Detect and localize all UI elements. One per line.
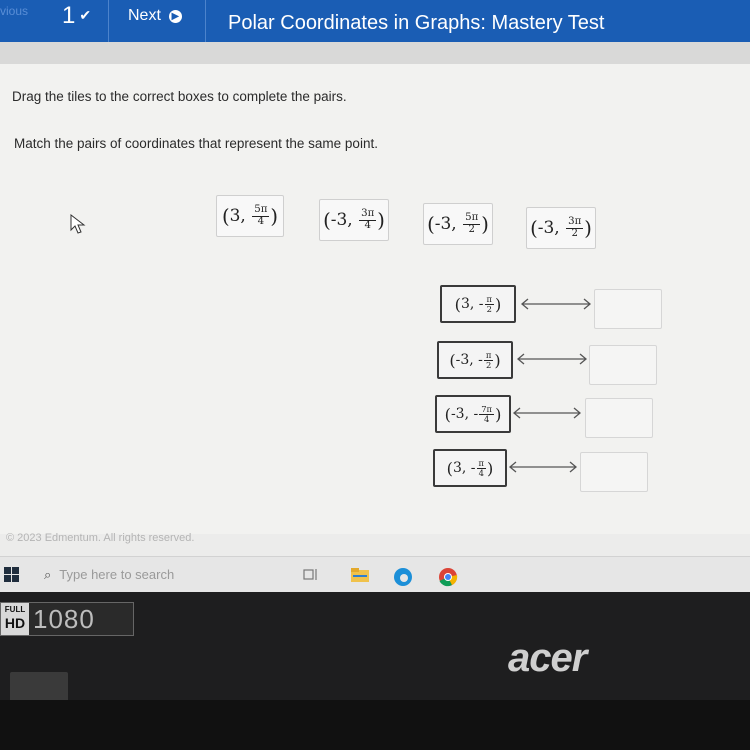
search-placeholder: Type here to search	[59, 567, 175, 582]
windows-start-icon[interactable]	[4, 567, 20, 583]
laptop-keyboard-edge	[0, 700, 750, 750]
given-coordinate: (-3, -7π 4)	[435, 395, 511, 433]
given-coordinate: (-3, - π 2)	[437, 341, 513, 379]
separator	[108, 0, 109, 42]
separator	[205, 0, 206, 42]
answer-tile[interactable]: (-3, 5π 2)	[423, 203, 493, 245]
drop-target-box[interactable]	[580, 452, 648, 492]
chrome-browser-icon[interactable]	[438, 567, 458, 587]
double-arrow-icon	[512, 407, 582, 419]
taskbar-search[interactable]: ⌕ Type here to search	[44, 567, 174, 583]
next-button[interactable]: Next ▶	[128, 7, 182, 25]
given-coordinate: (3, - π 2)	[440, 285, 516, 323]
answer-tile[interactable]: (-3, 3π 4)	[319, 199, 389, 241]
answer-tile[interactable]: (-3, 3π 2)	[526, 207, 596, 249]
previous-button[interactable]: vious	[0, 4, 28, 18]
given-coordinate: (3, - π 4)	[433, 449, 507, 487]
top-navigation-bar: vious 1 ✔︎ Next ▶ Polar Coordinates in Gra…	[0, 0, 750, 42]
drop-target-box[interactable]	[594, 289, 662, 329]
edge-browser-icon[interactable]	[393, 567, 413, 587]
arrow-right-circle-icon: ▶	[168, 10, 182, 23]
question-selector[interactable]: 1 ✔︎	[62, 2, 91, 30]
double-arrow-icon	[516, 353, 588, 365]
resolution-label: 1080	[33, 603, 95, 634]
laptop-brand-logo: acer	[508, 636, 587, 680]
answer-tile[interactable]: (3, 5π 4)	[216, 195, 284, 237]
full-hd-sticker: FULL HD 1080	[0, 602, 134, 636]
header-stripe	[0, 42, 750, 64]
chevron-down-icon: ✔︎	[79, 7, 92, 23]
windows-taskbar: ⌕ Type here to search	[0, 556, 750, 592]
instruction-drag: Drag the tiles to the correct boxes to c…	[12, 89, 347, 104]
task-view-icon[interactable]	[303, 567, 321, 583]
mouse-pointer-icon	[70, 214, 86, 234]
test-title: Polar Coordinates in Graphs: Mastery Tes…	[228, 12, 605, 34]
double-arrow-icon	[508, 461, 578, 473]
copyright-footer: © 2023 Edmentum. All rights reserved.	[6, 532, 195, 544]
question-number: 1	[62, 2, 76, 29]
double-arrow-icon	[520, 298, 592, 310]
instruction-match: Match the pairs of coordinates that repr…	[14, 136, 378, 151]
search-icon: ⌕	[44, 567, 52, 582]
drop-target-box[interactable]	[589, 345, 657, 385]
question-content: Drag the tiles to the correct boxes to c…	[0, 64, 750, 534]
next-label: Next	[128, 7, 161, 24]
drop-target-box[interactable]	[585, 398, 653, 438]
file-explorer-icon[interactable]	[350, 567, 370, 583]
screen: vious 1 ✔︎ Next ▶ Polar Coordinates in Gra…	[0, 0, 750, 592]
